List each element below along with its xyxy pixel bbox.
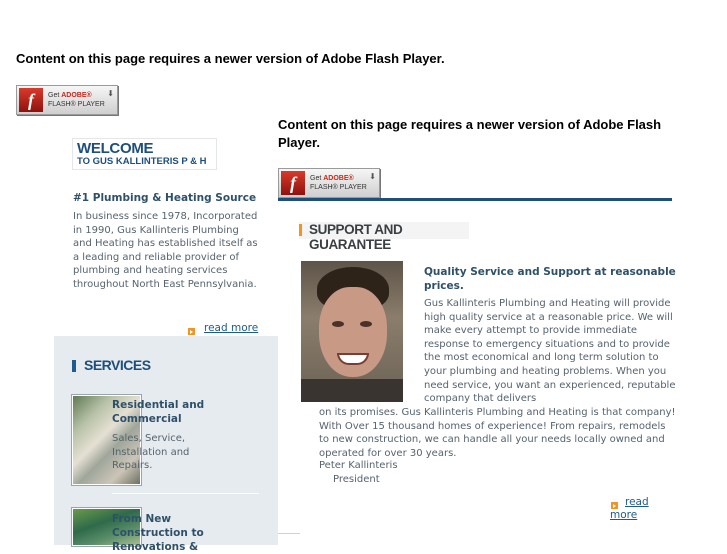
support-read-more-link[interactable]: read: [625, 496, 649, 508]
flash-badge-player: FLASH® PLAYER: [310, 184, 367, 191]
support-banner: SUPPORT AND GUARANTEE: [299, 222, 469, 252]
services-title: SERVICES: [84, 357, 151, 373]
flash-badge-get: Get: [310, 175, 324, 182]
owner-portrait: [301, 261, 403, 402]
get-flash-player-button[interactable]: f Get ADOBE® FLASH® PLAYER ⬇: [16, 85, 118, 115]
support-heading: Quality Service and Support at reasonabl…: [424, 266, 676, 292]
arrow-bullet-icon: [611, 502, 618, 509]
adobe-flash-icon: f: [19, 88, 43, 112]
service-title[interactable]: From New Construction to Renovations &: [112, 512, 212, 554]
get-flash-player-button-right[interactable]: f Get ADOBE® FLASH® PLAYER ⬇: [278, 168, 380, 198]
support-body-continued: on its promises. Gus Kallinteris Plumbin…: [319, 407, 676, 459]
section-marker-icon: [72, 360, 76, 372]
divider: [278, 533, 300, 534]
flash-badge-adobe: ADOBE®: [61, 92, 92, 99]
support-title: SUPPORT AND GUARANTEE: [309, 222, 403, 252]
divider: [112, 493, 259, 494]
flash-badge-adobe: ADOBE®: [323, 175, 354, 182]
flash-badge-player: FLASH® PLAYER: [48, 101, 105, 108]
service-title[interactable]: Residential and Commercial: [112, 398, 212, 426]
arrow-bullet-icon: [188, 328, 195, 335]
download-arrow-icon: ⬇: [369, 172, 376, 181]
intro-body: In business since 1978, Incorporated in …: [73, 211, 258, 290]
support-read-more-link-continued[interactable]: more: [610, 509, 637, 521]
intro-heading: #1 Plumbing & Heating Source: [73, 192, 257, 204]
adobe-flash-icon: f: [281, 171, 305, 195]
welcome-banner: WELCOME TO GUS KALLINTERIS P & H: [72, 138, 217, 170]
signer-role: President: [333, 474, 380, 485]
service-description: Sales, Service, Installation and Repairs…: [112, 433, 190, 472]
download-arrow-icon: ⬇: [107, 89, 114, 98]
support-body: Gus Kallinteris Plumbing and Heating wil…: [424, 298, 676, 405]
welcome-read-more-link[interactable]: read more: [204, 322, 258, 334]
section-marker-icon: [299, 224, 302, 236]
flash-upgrade-message-right: Content on this page requires a newer ve…: [278, 117, 662, 150]
welcome-subtitle: TO GUS KALLINTERIS P & H: [77, 156, 207, 167]
left-column: WELCOME TO GUS KALLINTERIS P & H #1 Plum…: [54, 118, 278, 547]
signer-name: Peter Kallinteris: [319, 460, 398, 471]
flash-upgrade-message: Content on this page requires a newer ve…: [16, 51, 445, 66]
welcome-title: WELCOME: [77, 140, 154, 157]
flash-badge-get: Get: [48, 92, 62, 99]
divider: [278, 198, 672, 201]
